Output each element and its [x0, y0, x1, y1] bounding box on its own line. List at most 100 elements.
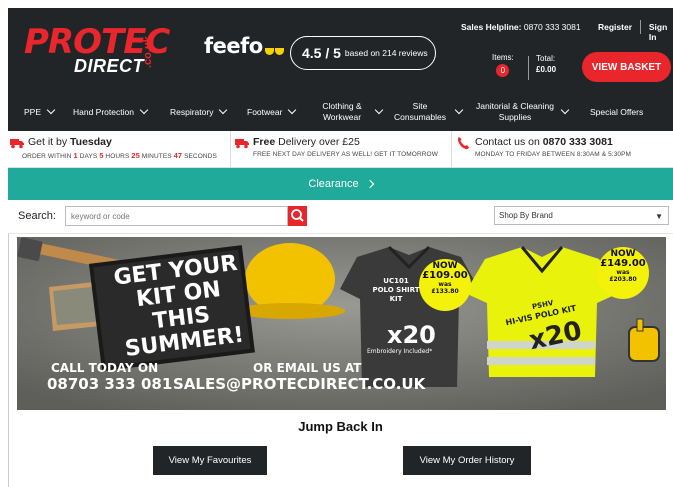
- items-count-badge: 0: [496, 64, 510, 77]
- polo-was-price: £133.80: [431, 288, 459, 295]
- phone-icon: [458, 137, 469, 150]
- nav-item-special-offers[interactable]: Special Offers: [590, 93, 643, 131]
- sales-helpline: Sales Helpline: 0870 333 3081: [461, 22, 581, 32]
- feefo-rating-badge[interactable]: 4.5 / 5 based on 214 reviews: [290, 36, 436, 70]
- chevron-down-icon: [219, 105, 228, 115]
- brand-select-value: Shop By Brand: [499, 211, 553, 220]
- rating-score: 4.5 / 5: [302, 45, 341, 61]
- usp-divider: [451, 131, 452, 168]
- protec-direct-logo[interactable]: PROTEC DIRECT .co.uk: [24, 22, 170, 78]
- hivis-was-price: £203.80: [609, 276, 637, 283]
- sign-in-link[interactable]: Sign In: [649, 22, 673, 42]
- nav-item-janitorial[interactable]: Janitorial & Cleaning Supplies: [475, 93, 570, 131]
- rating-reviews: based on 214 reviews: [344, 48, 428, 58]
- contact-number[interactable]: 0870 333 3081: [543, 136, 613, 148]
- nav-item-hand-protection[interactable]: Hand Protection: [73, 93, 149, 131]
- countdown-minutes: 25: [131, 151, 140, 160]
- total-value: £0.00: [536, 65, 557, 74]
- nav-item-site-consumables[interactable]: Site Consumables: [391, 93, 464, 131]
- nav-item-label: Footwear: [247, 106, 283, 117]
- nav-item-label: Site Consumables: [394, 101, 446, 122]
- call-number[interactable]: 08703 333 081: [47, 375, 172, 393]
- hivis-was: was: [616, 269, 630, 276]
- nav-item-label: Hand Protection: [73, 106, 134, 117]
- logo-suffix-text: .co.uk: [142, 36, 154, 68]
- polo-price-sticker: NOW £109.00 was £133.80: [419, 261, 471, 295]
- polo-was: was: [438, 281, 452, 288]
- countdown-label: ORDER WITHIN: [22, 153, 72, 160]
- countdown-minutes-label: MINUTES: [141, 153, 172, 160]
- polo-code: UC101: [383, 277, 409, 285]
- chevron-down-icon: [454, 105, 464, 115]
- search-input[interactable]: [65, 206, 288, 226]
- nav-item-respiratory[interactable]: Respiratory: [170, 93, 228, 131]
- countdown-days-label: DAYS: [79, 153, 98, 160]
- search-button[interactable]: [288, 206, 307, 226]
- contact-hours: MONDAY TO FRIDAY BETWEEN 8:30AM & 5:30PM: [475, 151, 632, 158]
- countdown-hours-label: HOURS: [105, 153, 130, 160]
- summer-kit-banner[interactable]: GET YOUR KIT ON THIS SUMMER! CALL TODAY …: [17, 237, 666, 410]
- nav-item-clothing-workwear[interactable]: Clothing & Workwear: [315, 93, 384, 131]
- nav-item-label: PPE: [24, 106, 42, 117]
- total-label: Total:: [536, 54, 556, 63]
- chevron-right-icon: [365, 179, 374, 189]
- feefo-eyes-icon: [264, 36, 285, 60]
- usp-bar: Get it by Tuesday ORDER WITHIN 1 DAYS 5 …: [8, 131, 673, 168]
- delivery-truck-icon: [235, 139, 249, 149]
- call-label: CALL TODAY ON: [51, 361, 159, 375]
- feefo-wordmark: feefo: [204, 34, 263, 58]
- hivis-price: £149.00: [600, 258, 646, 269]
- countdown-seconds: 47: [173, 151, 183, 160]
- polo-quantity: x20: [387, 321, 436, 349]
- jump-back-in-title: Jump Back In: [298, 419, 383, 434]
- polo-kit-label: UC101 POLO SHIRT KIT: [365, 277, 427, 304]
- delivery-prefix: Get it by: [28, 136, 68, 148]
- nav-item-footwear[interactable]: Footwear: [247, 93, 297, 131]
- polo-note: Embroidery Included*: [367, 348, 433, 355]
- view-order-history-button[interactable]: View My Order History: [403, 446, 531, 475]
- hivis-price-sticker: NOW £149.00 was £203.80: [597, 249, 649, 283]
- helpline-number[interactable]: 0870 333 3081: [524, 22, 581, 32]
- view-favourites-button[interactable]: View My Favourites: [153, 446, 267, 475]
- free-delivery-subtext: FREE NEXT DAY DELIVERY AS WELL! GET IT T…: [253, 151, 438, 158]
- search-icon: [291, 209, 304, 222]
- usp-divider: [230, 131, 231, 168]
- email-address[interactable]: SALES@PROTECDIRECT.CO.UK: [173, 375, 425, 393]
- feefo-logo[interactable]: feefo: [204, 34, 285, 60]
- free-rest: Delivery over £25: [278, 136, 360, 148]
- main-nav: PPE Hand Protection Respiratory Footwear…: [8, 93, 673, 131]
- basket-items[interactable]: Items: 0: [492, 53, 514, 77]
- contact-prefix: Contact us on: [475, 136, 540, 148]
- caret-down-icon: ▼: [655, 212, 663, 221]
- search-row: Search: Shop By Brand ▼: [8, 200, 673, 234]
- nav-item-label: Janitorial & Cleaning Supplies: [476, 101, 554, 122]
- banner-headline: GET YOUR KIT ON THIS SUMMER!: [100, 250, 261, 364]
- chevron-down-icon: [560, 105, 570, 115]
- polo-price: £109.00: [422, 270, 468, 281]
- shop-by-brand-select[interactable]: Shop By Brand ▼: [494, 206, 669, 225]
- nav-item-label: Respiratory: [170, 106, 214, 117]
- chevron-down-icon: [46, 105, 56, 115]
- account-links: Register Sign In: [598, 20, 673, 42]
- nav-item-label: Clothing & Workwear: [322, 101, 362, 122]
- basket-divider: [528, 56, 529, 80]
- polo-name-1: POLO SHIRT: [372, 286, 420, 294]
- register-link[interactable]: Register: [598, 22, 632, 42]
- countdown-hours: 5: [99, 151, 104, 160]
- nav-item-ppe[interactable]: PPE: [24, 93, 56, 131]
- chevron-down-icon: [288, 105, 297, 115]
- helpline-label: Sales Helpline:: [461, 22, 522, 32]
- clearance-banner[interactable]: Clearance: [8, 168, 673, 200]
- search-label: Search:: [18, 210, 56, 222]
- view-basket-button[interactable]: VIEW BASKET: [582, 52, 671, 82]
- email-label: OR EMAIL US AT: [253, 361, 362, 375]
- countdown-days: 1: [73, 151, 78, 160]
- chevron-down-icon: [139, 105, 149, 115]
- delivery-day: Tuesday: [70, 136, 112, 148]
- countdown-seconds-label: SECONDS: [184, 153, 217, 160]
- account-divider: [640, 20, 641, 34]
- delivery-truck-icon: [10, 139, 24, 149]
- free-bold: Free: [253, 136, 276, 148]
- items-label: Items:: [492, 53, 514, 62]
- polo-name-2: KIT: [389, 295, 403, 303]
